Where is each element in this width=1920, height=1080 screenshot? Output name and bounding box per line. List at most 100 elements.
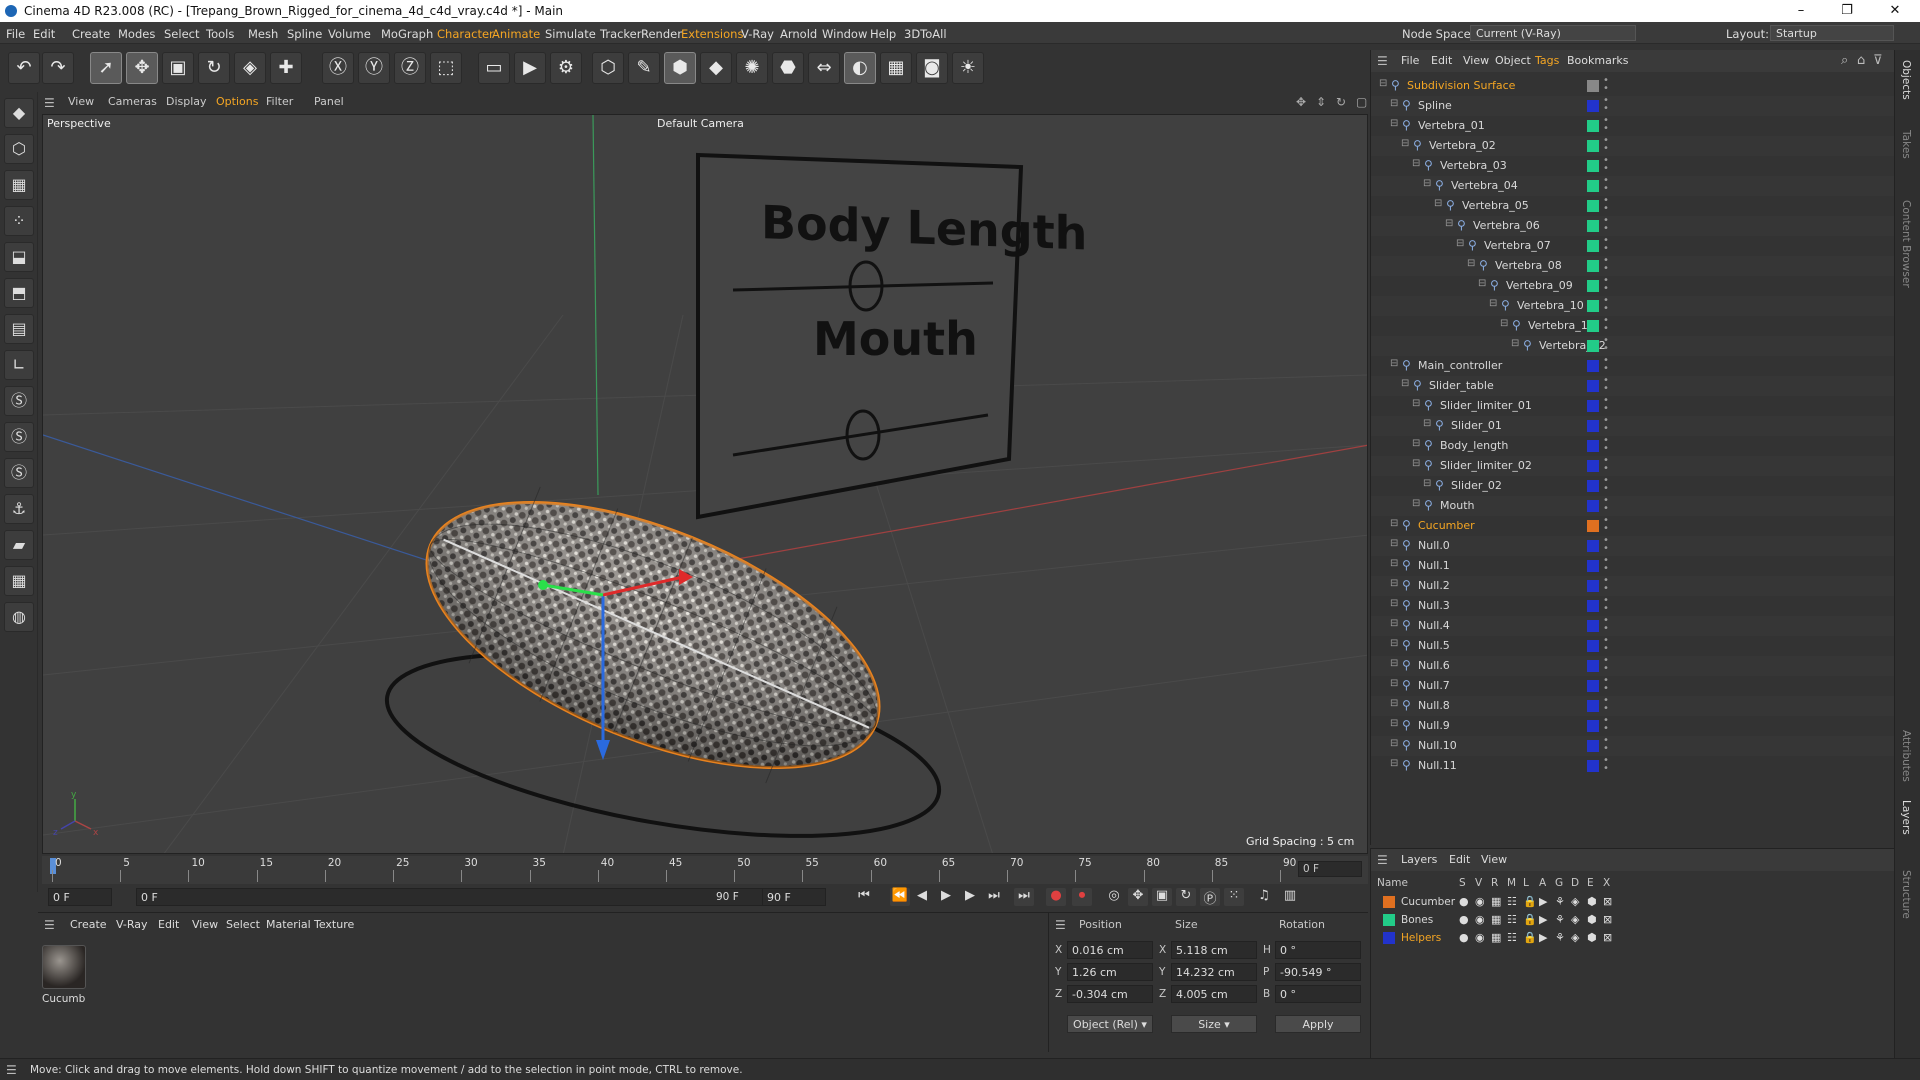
menu-3dtoall[interactable]: 3DToAll [904,27,947,41]
menu-help[interactable]: Help [870,27,896,41]
object-name[interactable]: Vertebra_05 [1462,199,1529,212]
expand-toggle-icon[interactable]: ⊟ [1390,518,1398,529]
layer-color-swatch[interactable] [1587,600,1599,612]
side-tab-takes[interactable]: Takes [1900,130,1912,159]
visibility-dots-icon[interactable]: • • [1603,116,1609,134]
layer-color-swatch[interactable] [1587,240,1599,252]
position-y-field[interactable]: 1.26 cm [1067,963,1153,981]
object-name[interactable]: Slider_limiter_01 [1440,399,1532,412]
object-name[interactable]: Spline [1418,99,1452,112]
object-name[interactable]: Mouth [1440,499,1474,512]
layer-color-swatch[interactable] [1587,340,1599,352]
deformer-tool-button[interactable]: ⇔ [808,52,840,84]
object-name[interactable]: Null.0 [1418,539,1450,552]
layer-solo-icon[interactable]: ● [1459,931,1469,944]
menu-character[interactable]: Character [437,27,494,41]
scale-tool-button[interactable]: ▣ [162,52,194,84]
apply-button[interactable]: Apply [1275,1015,1361,1033]
axis-mode-button[interactable]: ∟ [4,350,34,380]
expand-toggle-icon[interactable]: ⊟ [1423,178,1431,189]
render-view-tool-button[interactable]: ▶ [514,52,546,84]
snap-button[interactable]: Ⓢ [4,386,34,416]
layer-animation-icon[interactable]: ▶ [1539,895,1547,908]
visibility-dots-icon[interactable]: • • [1603,316,1609,334]
visibility-dots-icon[interactable]: • • [1603,96,1609,114]
lock-workplane-button[interactable]: ⚓ [4,494,34,524]
object-row[interactable]: ⊟ ⚲ Body_length • • [1371,436,1895,456]
grid-button[interactable]: ▦ [4,566,34,596]
layer-manager-icon[interactable]: ☷ [1507,895,1517,908]
expand-toggle-icon[interactable]: ⊟ [1390,758,1398,769]
layer-color-swatch[interactable] [1587,80,1599,92]
object-row[interactable]: ⊟ ⚲ Null.7 • • [1371,676,1895,696]
menu-edit[interactable]: Edit [33,27,55,41]
material-menu-view[interactable]: View [192,918,218,931]
object-row[interactable]: ⊟ ⚲ Vertebra_04 • • [1371,176,1895,196]
object-name[interactable]: Subdivision Surface [1407,79,1515,92]
size-y-field[interactable]: 14.232 cm [1171,963,1257,981]
menu-mograph[interactable]: MoGraph [381,27,433,41]
menu-file[interactable]: File [6,27,25,41]
layer-color-swatch[interactable] [1587,560,1599,572]
visibility-dots-icon[interactable]: • • [1603,156,1609,174]
object-row[interactable]: ⊟ ⚲ Vertebra_10 • • [1371,296,1895,316]
visibility-dots-icon[interactable]: • • [1603,136,1609,154]
camera-tool-button[interactable]: ◙ [916,52,948,84]
rotate-view-icon[interactable]: ↻ [1336,95,1346,109]
menu-select[interactable]: Select [164,27,199,41]
layer-deformers-icon[interactable]: ◈ [1571,913,1579,926]
object-name[interactable]: Null.1 [1418,559,1450,572]
y-axis-lock-tool-button[interactable]: Ⓨ [358,52,390,84]
camera-name[interactable]: Default Camera [657,117,744,130]
expand-toggle-icon[interactable]: ⊟ [1412,458,1420,469]
object-row[interactable]: ⊟ ⚲ Slider_02 • • [1371,476,1895,496]
rotate-key-button[interactable]: ↻ [1176,888,1196,906]
expand-toggle-icon[interactable]: ⊟ [1390,358,1398,369]
object-row[interactable]: ⊟ ⚲ Null.6 • • [1371,656,1895,676]
viewport-perspective[interactable]: Body Length Mouth y x z Perspective Defa… [42,114,1368,854]
material-thumbnail[interactable] [42,945,86,989]
pla-key-button[interactable]: ⁙ [1224,888,1244,906]
object-name[interactable]: Null.2 [1418,579,1450,592]
expand-toggle-icon[interactable]: ⊟ [1401,378,1409,389]
position-z-field[interactable]: -0.304 cm [1067,985,1153,1003]
hamburger-icon[interactable]: ☰ [1377,853,1388,867]
layer-expressions-icon[interactable]: ⬢ [1587,895,1597,908]
expand-toggle-icon[interactable]: ⊟ [1467,258,1475,269]
maximize-view-icon[interactable]: ▢ [1356,95,1367,109]
viewport-menu-filter[interactable]: Filter [266,95,293,108]
menu-animate[interactable]: Animate [492,27,540,41]
layer-color-swatch[interactable] [1587,260,1599,272]
expand-toggle-icon[interactable]: ⊟ [1412,398,1420,409]
layer-color-swatch[interactable] [1587,200,1599,212]
side-tab-objects[interactable]: Objects [1900,60,1912,100]
layer-render-icon[interactable]: ▦ [1491,931,1501,944]
visibility-dots-icon[interactable]: • • [1603,476,1609,494]
object-row[interactable]: ⊟ ⚲ Null.10 • • [1371,736,1895,756]
layer-color-swatch[interactable] [1587,420,1599,432]
material-menu-texture[interactable]: Texture [314,918,354,931]
expand-toggle-icon[interactable]: ⊟ [1401,138,1409,149]
spline-pen-tool-button[interactable]: ✎ [628,52,660,84]
viewport-menu-view[interactable]: View [68,95,94,108]
object-name[interactable]: Vertebra_10 [1517,299,1584,312]
visibility-dots-icon[interactable]: • • [1603,436,1609,454]
snap-settings-button[interactable]: Ⓢ [4,422,34,452]
visibility-dots-icon[interactable]: • • [1603,196,1609,214]
object-row[interactable]: ⊟ ⚲ Vertebra_09 • • [1371,276,1895,296]
visibility-dots-icon[interactable]: • • [1603,376,1609,394]
layer-row[interactable]: Helpers ● ◉ ▦ ☷ 🔒 ▶ ⚘ ◈ ⬢ ⊠ [1371,929,1895,947]
layer-color-swatch[interactable] [1383,914,1395,926]
layer-color-swatch[interactable] [1587,100,1599,112]
side-tab-content-browser[interactable]: Content Browser [1900,200,1912,288]
prev-frame-button[interactable]: ◀ [912,888,932,906]
side-tab-layers[interactable]: Layers [1900,800,1912,835]
move-key-button[interactable]: ✥ [1128,888,1148,906]
object-row[interactable]: ⊟ ⚲ Spline • • [1371,96,1895,116]
polygons-mode-button[interactable]: ⬒ [4,278,34,308]
menu-simulate[interactable]: Simulate [545,27,596,41]
sound-button[interactable]: ♫ [1254,888,1274,906]
object-row[interactable]: ⊟ ⚲ Null.2 • • [1371,576,1895,596]
rotation-y-field[interactable]: -90.549 ° [1275,963,1361,981]
viewport-menu-display[interactable]: Display [166,95,207,108]
